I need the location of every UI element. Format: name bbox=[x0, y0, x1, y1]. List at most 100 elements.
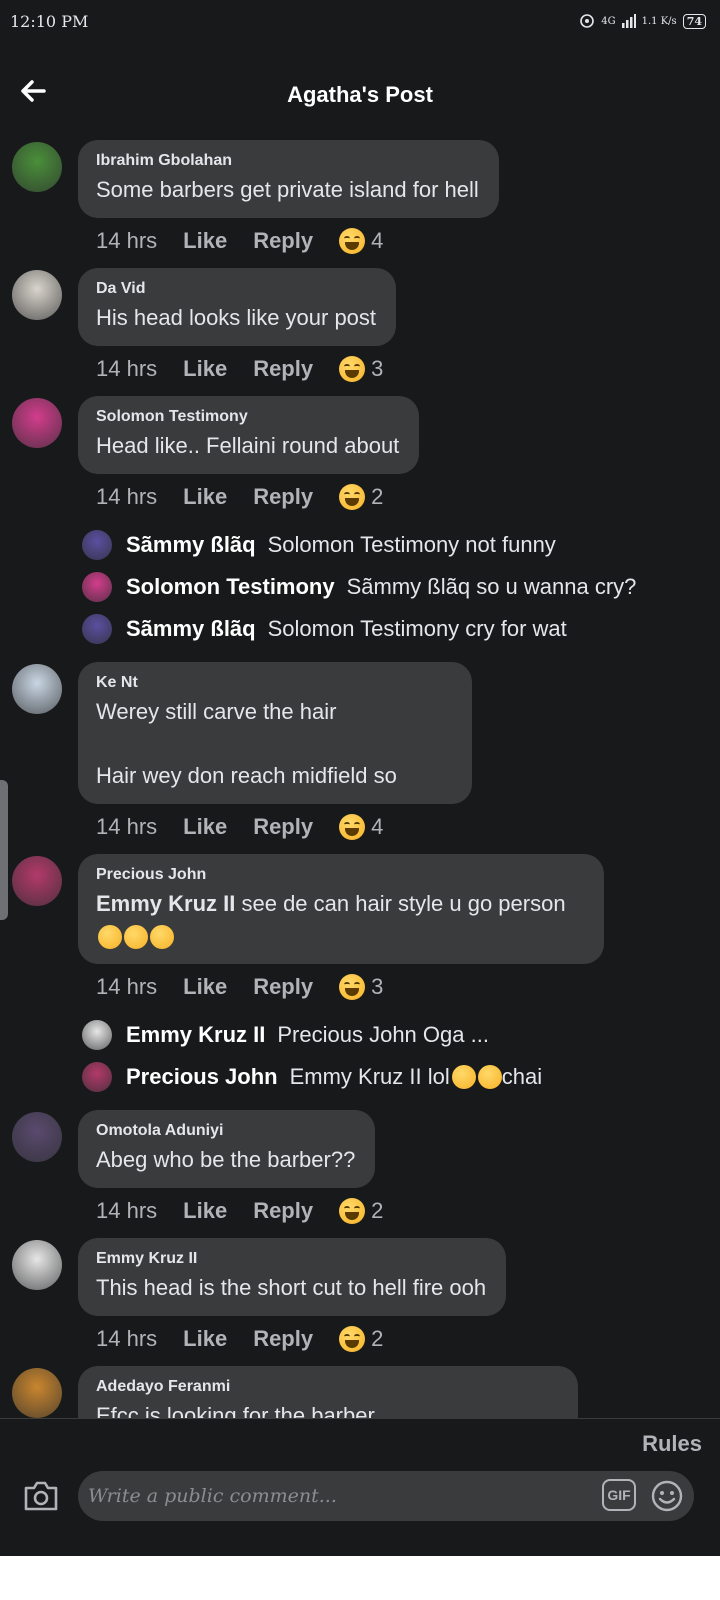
reply-author[interactable]: Solomon Testimony bbox=[126, 574, 335, 600]
comment-bubble[interactable]: Ibrahim Gbolahan Some barbers get privat… bbox=[78, 140, 499, 218]
reaction-count: 4 bbox=[371, 814, 384, 839]
reply-avatar[interactable] bbox=[82, 1062, 112, 1092]
comment-bubble[interactable]: Solomon Testimony Head like.. Fellaini r… bbox=[78, 396, 420, 474]
reply-button[interactable]: Reply bbox=[253, 228, 313, 254]
comment-author[interactable]: Solomon Testimony bbox=[96, 408, 399, 426]
avatar[interactable] bbox=[12, 856, 62, 906]
reaction-count: 4 bbox=[371, 228, 384, 253]
like-button[interactable]: Like bbox=[183, 1198, 227, 1224]
haha-icon bbox=[339, 974, 366, 1000]
reply-item[interactable]: Sãmmy ßlãq Solomon Testimony not funny bbox=[0, 524, 720, 566]
comment-item: Omotola Aduniyi Abeg who be the barber??… bbox=[0, 1110, 720, 1234]
comment-author[interactable]: Precious John bbox=[96, 866, 584, 884]
comment-author[interactable]: Adedayo Feranmi bbox=[96, 1378, 558, 1396]
like-button[interactable]: Like bbox=[183, 1326, 227, 1352]
reply-avatar[interactable] bbox=[82, 614, 112, 644]
comment-input-container[interactable]: GIF bbox=[78, 1471, 694, 1521]
reply-avatar[interactable] bbox=[82, 530, 112, 560]
scroll-handle[interactable] bbox=[0, 780, 8, 920]
reply-text: Solomon Testimony not funny bbox=[267, 532, 556, 557]
reply-button[interactable]: Reply bbox=[253, 814, 313, 840]
rules-link[interactable]: Rules bbox=[642, 1431, 702, 1457]
like-button[interactable]: Like bbox=[183, 484, 227, 510]
reply-item[interactable]: Solomon Testimony Sãmmy ßlãq so u wanna … bbox=[0, 566, 720, 608]
reply-author[interactable]: Precious John bbox=[126, 1064, 278, 1090]
comment-actions: 14 hrs Like Reply 3 bbox=[78, 346, 720, 392]
haha-icon bbox=[339, 484, 366, 510]
status-time: 12:10 PM bbox=[10, 11, 89, 31]
header: Agatha's Post bbox=[0, 56, 720, 136]
reply-button[interactable]: Reply bbox=[253, 974, 313, 1000]
emoji-icon[interactable] bbox=[650, 1479, 684, 1513]
reaction-summary[interactable]: 3 bbox=[339, 974, 383, 1000]
comment-author[interactable]: Ibrahim Gbolahan bbox=[96, 152, 479, 170]
avatar[interactable] bbox=[12, 142, 62, 192]
comment-time: 14 hrs bbox=[96, 974, 158, 999]
comment-bubble[interactable]: Emmy Kruz II This head is the short cut … bbox=[78, 1238, 507, 1316]
gif-button[interactable]: GIF bbox=[602, 1479, 636, 1511]
comment-bubble[interactable]: Omotola Aduniyi Abeg who be the barber?? bbox=[78, 1110, 376, 1188]
reaction-summary[interactable]: 2 bbox=[339, 1198, 383, 1224]
reply-author[interactable]: Emmy Kruz II bbox=[126, 1022, 265, 1048]
comment-mention[interactable]: Emmy Kruz II bbox=[96, 891, 235, 916]
comment-bubble[interactable]: Ke Nt Werey still carve the hair Hair we… bbox=[78, 662, 472, 804]
reaction-summary[interactable]: 2 bbox=[339, 1326, 383, 1352]
reply-button[interactable]: Reply bbox=[253, 1326, 313, 1352]
avatar[interactable] bbox=[12, 1368, 62, 1418]
like-button[interactable]: Like bbox=[183, 356, 227, 382]
comment-author[interactable]: Da Vid bbox=[96, 280, 376, 298]
reaction-count: 3 bbox=[371, 974, 384, 999]
reply-item[interactable]: Sãmmy ßlãq Solomon Testimony cry for wat bbox=[0, 608, 720, 650]
reply-text: Precious John Oga ... bbox=[277, 1022, 489, 1047]
comment-author[interactable]: Ke Nt bbox=[96, 674, 452, 692]
comment-actions: 14 hrs Like Reply 2 bbox=[78, 1188, 720, 1234]
comment-input[interactable] bbox=[88, 1479, 588, 1513]
comment-bubble[interactable]: Precious John Emmy Kruz II see de can ha… bbox=[78, 854, 604, 964]
comment-author[interactable]: Emmy Kruz II bbox=[96, 1250, 486, 1268]
comment-item: Solomon Testimony Head like.. Fellaini r… bbox=[0, 396, 720, 520]
status-icons: 4G 1.1 K/s 74 bbox=[579, 13, 706, 29]
reply-item[interactable]: Emmy Kruz II Precious John Oga ... bbox=[0, 1014, 720, 1056]
camera-icon[interactable] bbox=[22, 1479, 60, 1513]
reply-button[interactable]: Reply bbox=[253, 1198, 313, 1224]
comment-text-body: see de can hair style u go person bbox=[235, 891, 566, 916]
reply-avatar[interactable] bbox=[82, 1020, 112, 1050]
comment-text: Head like.. Fellaini round about bbox=[96, 433, 400, 458]
avatar[interactable] bbox=[12, 664, 62, 714]
reaction-summary[interactable]: 2 bbox=[339, 484, 383, 510]
comment-list[interactable]: Ibrahim Gbolahan Some barbers get privat… bbox=[0, 140, 720, 1445]
comment-author[interactable]: Omotola Aduniyi bbox=[96, 1122, 355, 1140]
avatar[interactable] bbox=[12, 398, 62, 448]
reaction-summary[interactable]: 3 bbox=[339, 356, 383, 382]
avatar[interactable] bbox=[12, 1240, 62, 1290]
comment-time: 14 hrs bbox=[96, 1198, 158, 1223]
neutral-face-icon bbox=[124, 925, 148, 950]
comment-time: 14 hrs bbox=[96, 484, 158, 509]
comment-bubble[interactable]: Da Vid His head looks like your post bbox=[78, 268, 397, 346]
comment-actions: 14 hrs Like Reply 3 bbox=[78, 964, 720, 1010]
like-button[interactable]: Like bbox=[183, 228, 227, 254]
reply-author[interactable]: Sãmmy ßlãq bbox=[126, 616, 256, 642]
haha-icon bbox=[339, 1198, 366, 1224]
reaction-summary[interactable]: 4 bbox=[339, 814, 383, 840]
reaction-count: 3 bbox=[371, 356, 384, 381]
network-speed: 1.1 K/s bbox=[641, 15, 677, 27]
reaction-count: 2 bbox=[371, 1326, 384, 1351]
network-label: 4G bbox=[601, 15, 616, 27]
haha-icon bbox=[339, 356, 366, 382]
reply-author[interactable]: Sãmmy ßlãq bbox=[126, 532, 256, 558]
reply-avatar[interactable] bbox=[82, 572, 112, 602]
reply-item[interactable]: Precious John Emmy Kruz II lol chai bbox=[0, 1056, 720, 1098]
comment-composer: Rules GIF bbox=[0, 1418, 720, 1556]
reply-button[interactable]: Reply bbox=[253, 484, 313, 510]
reaction-summary[interactable]: 4 bbox=[339, 228, 383, 254]
avatar[interactable] bbox=[12, 270, 62, 320]
avatar[interactable] bbox=[12, 1112, 62, 1162]
comment-item: Emmy Kruz II This head is the short cut … bbox=[0, 1238, 720, 1362]
comment-text: This head is the short cut to hell fire … bbox=[96, 1275, 487, 1300]
reply-button[interactable]: Reply bbox=[253, 356, 313, 382]
like-button[interactable]: Like bbox=[183, 814, 227, 840]
comment-text: Emmy Kruz II see de can hair style u go … bbox=[96, 888, 584, 952]
reaction-count: 2 bbox=[371, 484, 384, 509]
like-button[interactable]: Like bbox=[183, 974, 227, 1000]
